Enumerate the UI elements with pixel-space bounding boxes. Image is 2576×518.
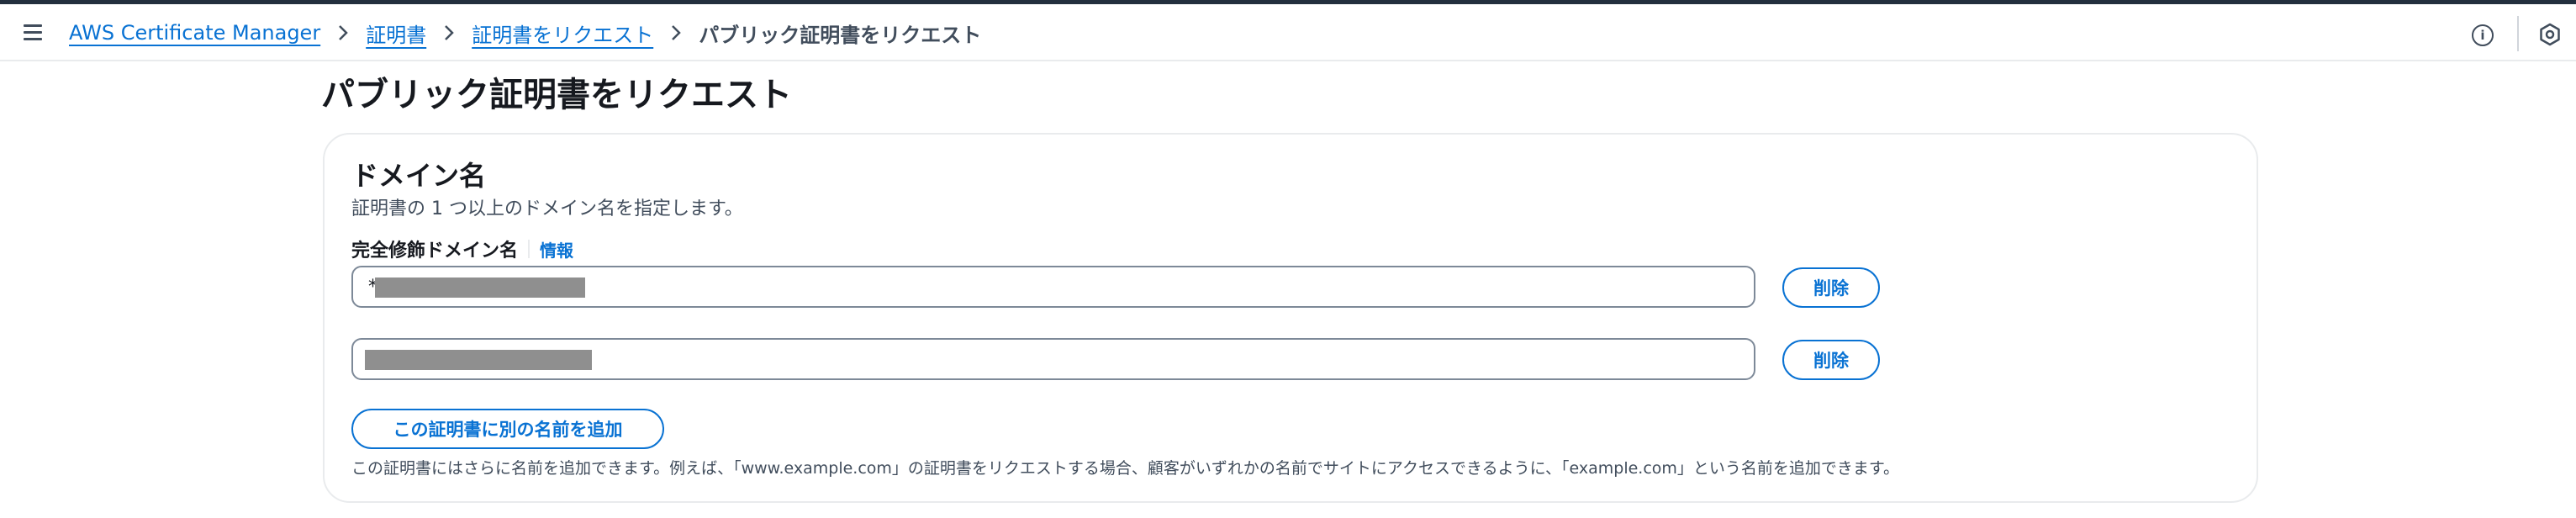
fqdn-label: 完全修飾ドメイン名 xyxy=(351,240,519,262)
top-navigation: AWS Certificate Manager 証明書 証明書をリクエスト パブ… xyxy=(0,4,2576,61)
label-divider xyxy=(528,240,531,258)
breadcrumb-current: パブリック証明書をリクエスト xyxy=(699,23,982,47)
domain-names-container: ドメイン名 証明書の 1 つ以上のドメイン名を指定します。 完全修飾ドメイン名 … xyxy=(323,133,2258,503)
header-divider xyxy=(2517,16,2519,51)
delete-button-1[interactable]: 削除 xyxy=(1782,267,1880,308)
info-circle-icon[interactable]: i xyxy=(2472,24,2494,46)
chevron-right-icon xyxy=(668,23,684,43)
section-title: ドメイン名 xyxy=(351,160,487,192)
hamburger-menu-icon[interactable] xyxy=(18,19,49,46)
redacted-value xyxy=(375,278,585,298)
chevron-right-icon xyxy=(441,23,457,43)
page-title: パブリック証明書をリクエスト xyxy=(321,76,792,114)
redacted-value xyxy=(365,350,592,370)
add-another-name-button[interactable]: この証明書に別の名前を追加 xyxy=(351,409,664,449)
breadcrumb-link-certificates[interactable]: 証明書 xyxy=(366,18,426,48)
section-description: 証明書の 1 つ以上のドメイン名を指定します。 xyxy=(351,198,743,219)
breadcrumb-link-request-certificate[interactable]: 証明書をリクエスト xyxy=(472,18,653,48)
delete-button-2[interactable]: 削除 xyxy=(1782,340,1880,380)
info-link[interactable]: 情報 xyxy=(540,237,573,262)
chevron-right-icon xyxy=(335,23,351,43)
breadcrumb-link-acm[interactable]: AWS Certificate Manager xyxy=(69,21,320,45)
field-label-row: 完全修飾ドメイン名 情報 xyxy=(351,235,573,262)
breadcrumb: AWS Certificate Manager 証明書 証明書をリクエスト パブ… xyxy=(69,16,981,50)
hexagon-icon[interactable] xyxy=(2538,23,2562,46)
add-name-hint: この証明書にはさらに名前を追加できます。例えば、「www.example.com… xyxy=(351,459,1900,478)
